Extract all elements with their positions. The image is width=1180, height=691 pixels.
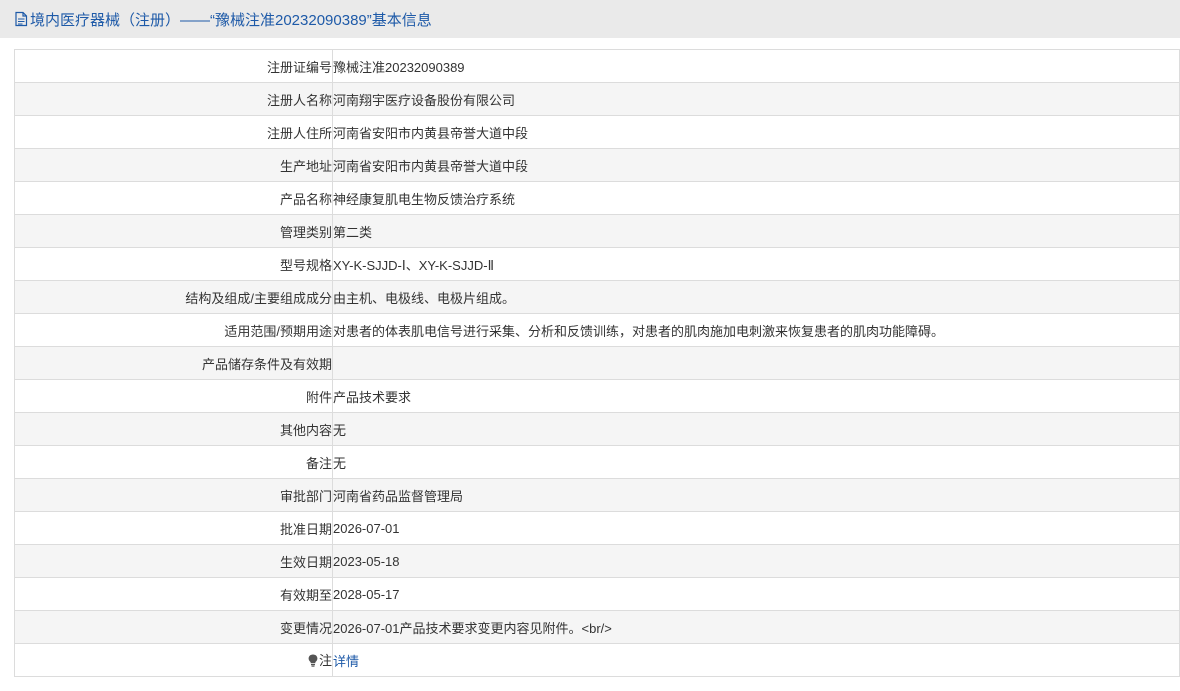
lightbulb-icon (308, 654, 318, 670)
note-value-cell: 详情 (332, 643, 1180, 677)
info-table: 注册证编号 豫械注准20232090389 注册人名称 河南翔宇医疗设备股份有限… (14, 49, 1180, 677)
field-label: 生效日期 (14, 544, 333, 578)
field-label: 结构及组成/主要组成成分 (14, 280, 333, 314)
field-label: 备注 (14, 445, 333, 479)
field-label: 审批部门 (14, 478, 333, 512)
field-value: 2028-05-17 (332, 577, 1180, 611)
table-row: 管理类别 第二类 (14, 214, 1180, 248)
field-value: 第二类 (332, 214, 1180, 248)
field-label: 产品储存条件及有效期 (14, 346, 333, 380)
field-label: 型号规格 (14, 247, 333, 281)
page-header: 境内医疗器械（注册）——“豫械注准20232090389”基本信息 (0, 0, 1180, 38)
field-label: 管理类别 (14, 214, 333, 248)
table-row: 适用范围/预期用途 对患者的体表肌电信号进行采集、分析和反馈训练，对患者的肌肉施… (14, 313, 1180, 347)
field-label: 产品名称 (14, 181, 333, 215)
field-label: 注册人住所 (14, 115, 333, 149)
table-row: 产品名称 神经康复肌电生物反馈治疗系统 (14, 181, 1180, 215)
field-value: 河南省安阳市内黄县帝誉大道中段 (332, 148, 1180, 182)
field-value: 豫械注准20232090389 (332, 49, 1180, 83)
field-value: 2026-07-01 (332, 511, 1180, 545)
table-row: 附件 产品技术要求 (14, 379, 1180, 413)
field-value: 河南翔宇医疗设备股份有限公司 (332, 82, 1180, 116)
table-row: 备注 无 (14, 445, 1180, 479)
table-row: 注册人名称 河南翔宇医疗设备股份有限公司 (14, 82, 1180, 116)
field-value: 产品技术要求 (332, 379, 1180, 413)
table-row: 产品储存条件及有效期 (14, 346, 1180, 380)
table-row: 生产地址 河南省安阳市内黄县帝誉大道中段 (14, 148, 1180, 182)
field-label: 变更情况 (14, 610, 333, 644)
field-value: 无 (332, 445, 1180, 479)
note-label: 注 (318, 653, 332, 668)
field-value: 由主机、电极线、电极片组成。 (332, 280, 1180, 314)
document-icon (14, 11, 28, 27)
table-row: 审批部门 河南省药品监督管理局 (14, 478, 1180, 512)
field-value: 无 (332, 412, 1180, 446)
field-label: 附件 (14, 379, 333, 413)
field-value: XY-K-SJJD-Ⅰ、XY-K-SJJD-Ⅱ (332, 247, 1180, 281)
field-value: 河南省药品监督管理局 (332, 478, 1180, 512)
field-value: 神经康复肌电生物反馈治疗系统 (332, 181, 1180, 215)
table-row: 注册人住所 河南省安阳市内黄县帝誉大道中段 (14, 115, 1180, 149)
table-row: 生效日期 2023-05-18 (14, 544, 1180, 578)
field-label: 适用范围/预期用途 (14, 313, 333, 347)
field-value: 2026-07-01产品技术要求变更内容见附件。<br/> (332, 610, 1180, 644)
field-label: 其他内容 (14, 412, 333, 446)
page-title: 境内医疗器械（注册）——“豫械注准20232090389”基本信息 (30, 11, 432, 29)
field-label: 生产地址 (14, 148, 333, 182)
table-row: 型号规格 XY-K-SJJD-Ⅰ、XY-K-SJJD-Ⅱ (14, 247, 1180, 281)
field-value (332, 346, 1180, 380)
details-link[interactable]: 详情 (334, 654, 360, 669)
field-value: 2023-05-18 (332, 544, 1180, 578)
table-row: 其他内容 无 (14, 412, 1180, 446)
field-label: 有效期至 (14, 577, 333, 611)
table-row: 注册证编号 豫械注准20232090389 (14, 49, 1180, 83)
field-label: 注册证编号 (14, 49, 333, 83)
field-label: 注册人名称 (14, 82, 333, 116)
info-table-container: 注册证编号 豫械注准20232090389 注册人名称 河南翔宇医疗设备股份有限… (14, 49, 1180, 677)
field-label: 批准日期 (14, 511, 333, 545)
table-row: 批准日期 2026-07-01 (14, 511, 1180, 545)
note-label-cell: 注 (14, 643, 333, 677)
field-value: 对患者的体表肌电信号进行采集、分析和反馈训练，对患者的肌肉施加电刺激来恢复患者的… (332, 313, 1180, 347)
table-row: 结构及组成/主要组成成分 由主机、电极线、电极片组成。 (14, 280, 1180, 314)
table-row: 有效期至 2028-05-17 (14, 577, 1180, 611)
table-row: 变更情况 2026-07-01产品技术要求变更内容见附件。<br/> (14, 610, 1180, 644)
field-value: 河南省安阳市内黄县帝誉大道中段 (332, 115, 1180, 149)
note-row: 注 详情 (14, 643, 1180, 677)
